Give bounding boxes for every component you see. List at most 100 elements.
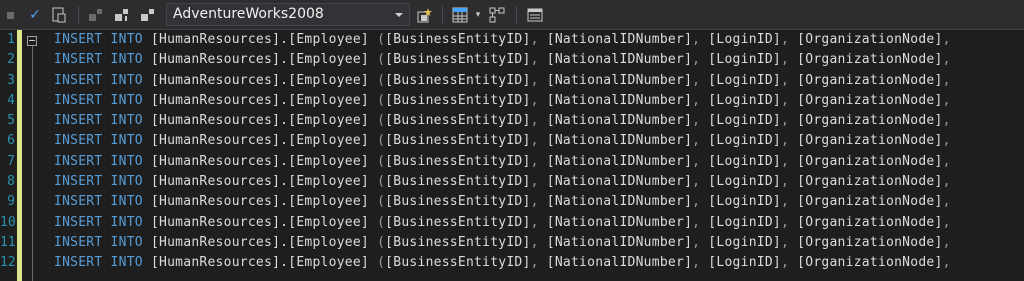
punctuation: , — [781, 52, 790, 68]
results-pane-icon[interactable] — [527, 7, 543, 23]
code-text[interactable]: INSERT INTO [HumanResources].[Employee] … — [54, 71, 951, 91]
code-text[interactable]: INSERT INTO [HumanResources].[Employee] … — [54, 30, 951, 50]
new-query-star-icon[interactable] — [416, 7, 432, 23]
punctuation: , — [942, 153, 951, 169]
code-line[interactable]: 1 INSERT INTO [HumanResources].[Employee]… — [0, 30, 1024, 50]
punctuation: , — [530, 255, 539, 271]
punctuation: , — [781, 194, 790, 210]
punctuation: , — [781, 92, 790, 108]
punctuation: , — [942, 92, 951, 108]
keyword-into: INTO — [110, 52, 143, 68]
column-list: ([BusinessEntityID], [NationalIDNumber],… — [377, 234, 951, 250]
code-text[interactable]: INSERT INTO [HumanResources].[Employee] … — [54, 172, 951, 192]
line-number: 12 — [0, 255, 16, 271]
code-text[interactable]: INSERT INTO [HumanResources].[Employee] … — [54, 50, 951, 70]
punctuation: , — [692, 133, 701, 149]
database-select-value: AdventureWorks2008 — [173, 6, 324, 22]
keyword-insert: INSERT — [54, 234, 103, 250]
check-icon[interactable]: ✓ — [27, 7, 43, 23]
code-text[interactable]: INSERT INTO [HumanResources].[Employee] … — [54, 91, 951, 111]
code-line[interactable]: 6 INSERT INTO [HumanResources].[Employee]… — [0, 131, 1024, 151]
punctuation: , — [530, 32, 539, 47]
punctuation: , — [692, 234, 701, 250]
line-number: 8 — [7, 174, 15, 190]
punctuation: ( — [377, 92, 386, 108]
keyword-into: INTO — [110, 153, 143, 169]
punctuation: ( — [377, 32, 386, 47]
punctuation: , — [781, 153, 790, 169]
punctuation: ( — [377, 133, 386, 149]
query-plan-icon[interactable] — [489, 7, 505, 23]
punctuation: ( — [377, 113, 386, 129]
code-text[interactable]: INSERT INTO [HumanResources].[Employee] … — [54, 131, 951, 151]
code-text[interactable]: INSERT INTO [HumanResources].[Employee] … — [54, 233, 951, 253]
punctuation: , — [530, 194, 539, 210]
code-line[interactable]: 4 INSERT INTO [HumanResources].[Employee]… — [0, 91, 1024, 111]
toolbar-separator — [516, 6, 517, 24]
punctuation: , — [692, 92, 701, 108]
punctuation: , — [530, 72, 539, 88]
punctuation: , — [781, 234, 790, 250]
punctuation: , — [530, 234, 539, 250]
code-line[interactable]: 12 INSERT INTO [HumanResources].[Employee… — [0, 253, 1024, 273]
code-line[interactable]: 3 INSERT INTO [HumanResources].[Employee]… — [0, 71, 1024, 91]
table-name: [HumanResources].[Employee] — [150, 234, 370, 250]
punctuation: , — [781, 133, 790, 149]
code-text[interactable]: INSERT INTO [HumanResources].[Employee] … — [54, 152, 951, 172]
column-list: ([BusinessEntityID], [NationalIDNumber],… — [377, 32, 951, 47]
keyword-insert: INSERT — [54, 153, 103, 169]
column-list: ([BusinessEntityID], [NationalIDNumber],… — [377, 72, 951, 88]
column-list: ([BusinessEntityID], [NationalIDNumber],… — [377, 194, 951, 210]
punctuation: , — [942, 52, 951, 68]
code-text[interactable]: INSERT INTO [HumanResources].[Employee] … — [54, 213, 951, 233]
keyword-into: INTO — [110, 92, 143, 108]
line-number: 9 — [7, 194, 15, 210]
code-line[interactable]: 7 INSERT INTO [HumanResources].[Employee]… — [0, 152, 1024, 172]
keyword-insert: INSERT — [54, 255, 103, 271]
connection-icon[interactable] — [140, 7, 156, 23]
line-number: 10 — [0, 214, 16, 230]
chevron-down-icon[interactable] — [395, 13, 403, 17]
code-line[interactable]: 8 INSERT INTO [HumanResources].[Employee]… — [0, 172, 1024, 192]
punctuation: , — [692, 194, 701, 210]
code-line[interactable]: 2 INSERT INTO [HumanResources].[Employee]… — [0, 50, 1024, 70]
line-number: 11 — [0, 234, 16, 250]
keyword-into: INTO — [110, 72, 143, 88]
punctuation: , — [942, 194, 951, 210]
table-name: [HumanResources].[Employee] — [150, 153, 370, 169]
disconnect-icon[interactable] — [88, 7, 104, 23]
punctuation: , — [942, 72, 951, 88]
code-line[interactable]: 9 INSERT INTO [HumanResources].[Employee]… — [0, 192, 1024, 212]
punctuation: , — [781, 255, 790, 271]
grid-results-icon[interactable] — [452, 7, 468, 23]
table-name: [HumanResources].[Employee] — [150, 32, 370, 47]
parse-icon[interactable] — [51, 7, 67, 23]
change-connection-icon[interactable] — [114, 7, 130, 23]
toolbar-separator — [442, 6, 443, 24]
line-number: 3 — [7, 72, 15, 88]
punctuation: ( — [377, 72, 386, 88]
line-number: 6 — [7, 133, 15, 149]
code-line[interactable]: 5 INSERT INTO [HumanResources].[Employee]… — [0, 111, 1024, 131]
punctuation: , — [781, 113, 790, 129]
database-select[interactable]: AdventureWorks2008 — [166, 3, 410, 26]
table-name: [HumanResources].[Employee] — [150, 214, 370, 230]
punctuation: ( — [377, 255, 386, 271]
code-text[interactable]: INSERT INTO [HumanResources].[Employee] … — [54, 111, 951, 131]
punctuation: , — [692, 52, 701, 68]
punctuation: , — [942, 214, 951, 230]
punctuation: , — [530, 52, 539, 68]
keyword-into: INTO — [110, 194, 143, 210]
code-text[interactable]: INSERT INTO [HumanResources].[Employee] … — [54, 253, 951, 273]
table-name: [HumanResources].[Employee] — [150, 113, 370, 129]
code-line[interactable]: 10 INSERT INTO [HumanResources].[Employee… — [0, 213, 1024, 233]
dropdown-arrow-icon[interactable]: ▾ — [473, 7, 483, 23]
punctuation: , — [781, 72, 790, 88]
column-list: ([BusinessEntityID], [NationalIDNumber],… — [377, 113, 951, 129]
stop-icon[interactable] — [5, 7, 15, 23]
code-text[interactable]: INSERT INTO [HumanResources].[Employee] … — [54, 192, 951, 212]
keyword-into: INTO — [110, 255, 143, 271]
code-line[interactable]: 11 INSERT INTO [HumanResources].[Employee… — [0, 233, 1024, 253]
keyword-insert: INSERT — [54, 32, 103, 47]
query-editor[interactable]: 1 INSERT INTO [HumanResources].[Employee]… — [0, 30, 1024, 281]
